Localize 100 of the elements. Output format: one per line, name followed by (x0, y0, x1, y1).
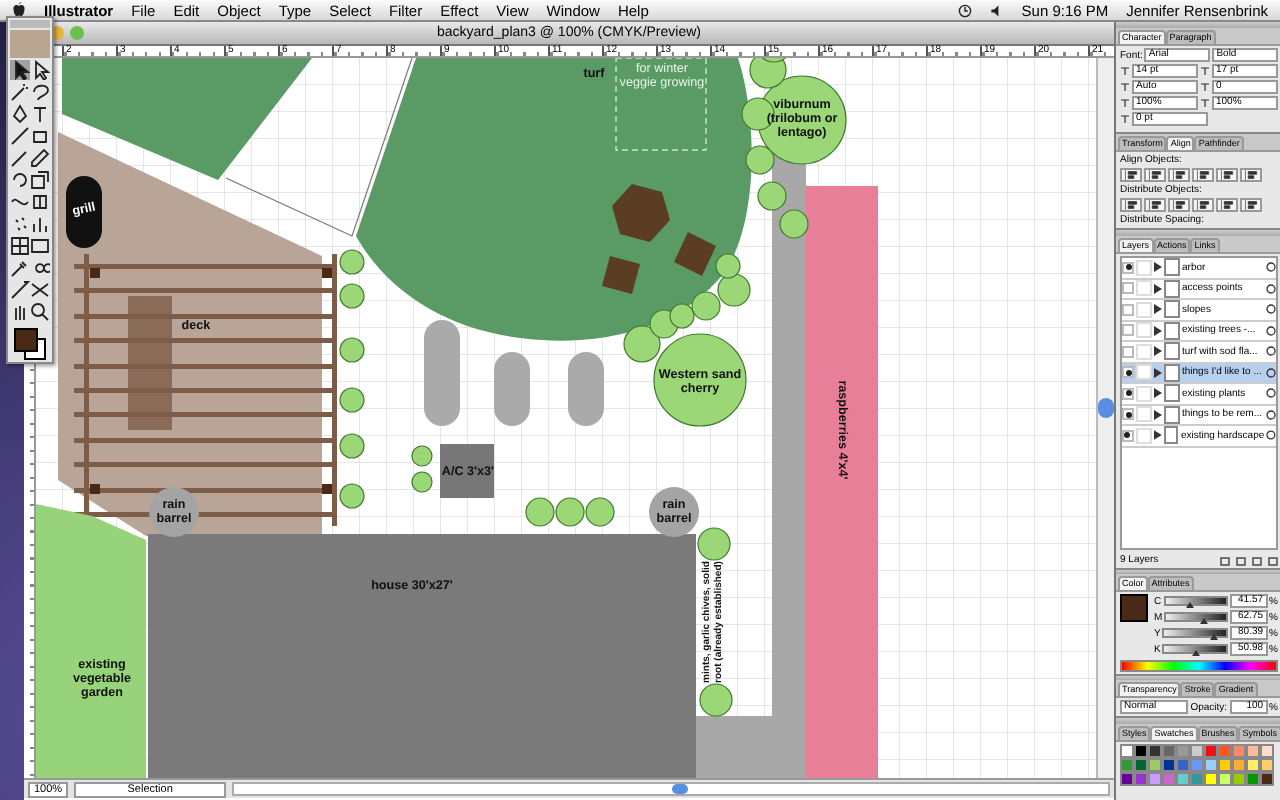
fill-stroke-icon[interactable] (10, 324, 50, 360)
shrub (691, 291, 721, 321)
tool-button[interactable] (10, 280, 30, 300)
shrub (585, 497, 615, 527)
color-swatch[interactable] (1120, 744, 1134, 758)
align-button[interactable] (1168, 168, 1190, 182)
horizontal-scrollbar[interactable] (232, 782, 1110, 796)
tool-button[interactable] (10, 214, 30, 234)
color-spectrum[interactable] (1120, 660, 1278, 672)
shrub (339, 283, 365, 309)
color-swatch[interactable] (1218, 744, 1232, 758)
tool-button[interactable] (30, 192, 50, 212)
color-swatch[interactable] (1232, 772, 1246, 786)
shrub (757, 181, 787, 211)
color-swatch[interactable] (1176, 772, 1190, 786)
color-swatch[interactable] (1134, 744, 1148, 758)
visibility-toggle[interactable] (1122, 261, 1134, 274)
tool-button[interactable] (30, 236, 50, 256)
align-button[interactable] (1120, 198, 1142, 212)
tool-button[interactable] (30, 60, 50, 80)
color-swatch[interactable] (1148, 772, 1162, 786)
visibility-toggle[interactable] (1122, 429, 1134, 442)
tool-button[interactable] (10, 104, 30, 124)
color-swatch[interactable] (1176, 744, 1190, 758)
tool-button[interactable] (30, 214, 50, 234)
rain-barrel (648, 487, 699, 537)
tool-button[interactable] (10, 236, 30, 256)
align-button[interactable] (1168, 198, 1190, 212)
apple-menu-icon[interactable] (12, 2, 26, 18)
color-swatch[interactable] (1246, 744, 1260, 758)
align-button[interactable] (1216, 198, 1238, 212)
type-setting-icon (1120, 82, 1130, 92)
tool-button[interactable] (30, 126, 50, 146)
color-swatch[interactable] (1148, 744, 1162, 758)
visibility-toggle[interactable] (1122, 366, 1134, 379)
color-swatch[interactable] (1120, 758, 1134, 772)
color-swatch[interactable] (1190, 758, 1204, 772)
color-swatch[interactable] (1246, 758, 1260, 772)
color-swatch[interactable] (1260, 758, 1274, 772)
visibility-toggle[interactable] (1122, 387, 1134, 400)
shrub (525, 497, 555, 527)
color-swatch[interactable] (1148, 758, 1162, 772)
speaker-icon[interactable] (989, 3, 1004, 17)
type-setting-icon (1120, 66, 1130, 76)
tool-button[interactable] (30, 148, 50, 168)
align-button[interactable] (1144, 168, 1166, 182)
visibility-toggle[interactable] (1122, 324, 1134, 337)
clock-icon[interactable] (957, 3, 972, 17)
visibility-toggle[interactable] (1122, 282, 1134, 295)
align-button[interactable] (1240, 168, 1262, 182)
vertical-scrollbar[interactable] (1096, 58, 1114, 778)
tool-button[interactable] (10, 258, 30, 278)
ac-unit (439, 444, 494, 498)
color-swatch[interactable] (1232, 744, 1246, 758)
tool-button[interactable] (30, 280, 50, 300)
tool-button[interactable] (10, 82, 30, 102)
visibility-toggle[interactable] (1122, 408, 1134, 421)
color-swatch[interactable] (1232, 758, 1246, 772)
visibility-toggle[interactable] (1122, 303, 1134, 316)
align-button[interactable] (1192, 198, 1214, 212)
align-button[interactable] (1240, 198, 1262, 212)
tool-button[interactable] (10, 170, 30, 190)
color-swatch[interactable] (1204, 758, 1218, 772)
tool-button[interactable] (10, 126, 30, 146)
shrub (339, 249, 365, 275)
color-swatch[interactable] (1162, 744, 1176, 758)
color-swatch[interactable] (1162, 772, 1176, 786)
color-swatch[interactable] (1134, 758, 1148, 772)
tool-button[interactable] (30, 258, 50, 278)
color-swatch[interactable] (1162, 758, 1176, 772)
tool-button[interactable] (30, 82, 50, 102)
fill-color-swatch[interactable] (1120, 594, 1148, 622)
logo-image (10, 30, 50, 58)
color-swatch[interactable] (1134, 772, 1148, 786)
tool-button[interactable] (30, 170, 50, 190)
align-button[interactable] (1120, 168, 1142, 182)
color-swatch[interactable] (1176, 758, 1190, 772)
color-swatch[interactable] (1204, 744, 1218, 758)
color-swatch[interactable] (1204, 772, 1218, 786)
color-swatch[interactable] (1190, 744, 1204, 758)
color-swatch[interactable] (1120, 772, 1134, 786)
color-swatch[interactable] (1246, 772, 1260, 786)
color-swatch[interactable] (1260, 772, 1274, 786)
shrub (715, 253, 741, 279)
align-button[interactable] (1216, 168, 1238, 182)
color-swatch[interactable] (1218, 758, 1232, 772)
type-setting-icon (1200, 66, 1210, 76)
color-swatch[interactable] (1218, 772, 1232, 786)
tool-button[interactable] (30, 302, 50, 322)
veggie-bed-outline (615, 58, 707, 151)
square-block (601, 256, 640, 294)
color-swatch[interactable] (1260, 744, 1274, 758)
tool-button[interactable] (10, 302, 30, 322)
tool-button[interactable] (10, 60, 30, 80)
tool-button[interactable] (30, 104, 50, 124)
align-button[interactable] (1192, 168, 1214, 182)
color-swatch[interactable] (1190, 772, 1204, 786)
visibility-toggle[interactable] (1122, 345, 1134, 358)
tool-button[interactable] (10, 148, 30, 168)
align-button[interactable] (1144, 198, 1166, 212)
